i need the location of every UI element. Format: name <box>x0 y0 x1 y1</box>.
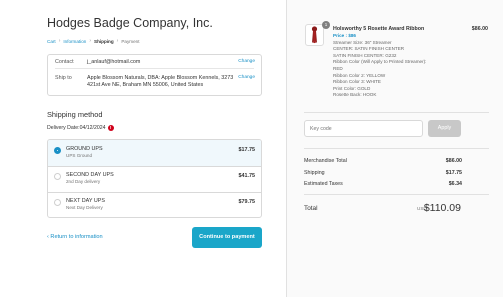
product-price: $86.00 <box>471 26 488 32</box>
total-row-value: $17.75 <box>445 170 462 176</box>
total-row-value: $6.34 <box>448 181 462 187</box>
radio-icon[interactable] <box>54 199 61 206</box>
change-ship-to-link[interactable]: Change <box>238 75 255 80</box>
shipping-method-title: Shipping method <box>47 110 103 119</box>
divider <box>304 148 489 149</box>
product-thumbnail <box>305 24 324 46</box>
return-label: Return to information <box>50 234 103 240</box>
ship-to-label: Ship to <box>55 75 72 81</box>
breadcrumb-information[interactable]: Information <box>63 39 86 44</box>
divider <box>304 112 489 113</box>
breadcrumb-payment: Payment <box>121 38 140 44</box>
discount-code-input[interactable] <box>304 120 423 137</box>
shipping-method-list: GROUND UPS UPS Ground $17.75 SECOND DAY … <box>47 139 262 218</box>
product-attribute: Price : $86 <box>333 33 356 38</box>
divider <box>48 166 261 167</box>
change-contact-link[interactable]: Change <box>238 59 255 64</box>
total-row-label: Shipping <box>304 170 325 176</box>
delivery-date: Delivery Date:04/12/2024 ! <box>47 125 114 131</box>
product-attribute: Ribbon Color 2: YELLOW <box>333 72 386 78</box>
total-row-label: Merchandise Total <box>304 158 347 164</box>
product-attribute: Rosette Back: HOOK <box>333 92 377 98</box>
contact-review-box: Contact j_anlauf@hotmail.com Change Ship… <box>47 54 262 96</box>
shipping-row: Shipping $17.75 <box>304 170 462 176</box>
breadcrumb-cart[interactable]: Cart <box>47 39 56 44</box>
shipping-option-name: SECOND DAY UPS <box>66 172 114 178</box>
shipping-option-price: $17.75 <box>238 147 256 153</box>
contact-label: Contact <box>55 59 74 65</box>
divider <box>55 68 254 69</box>
shipping-option-desc: 2nd Day delivery <box>66 179 101 184</box>
shipping-option-desc: UPS Ground <box>66 153 93 158</box>
breadcrumb-shipping: Shipping <box>94 38 114 44</box>
ship-to-value: Apple Blossom Naturals, DBA: Apple Bloss… <box>87 75 234 88</box>
shipping-option-name: GROUND UPS <box>66 146 103 152</box>
ribbon-image-icon <box>311 26 318 44</box>
breadcrumb-separator-icon: › <box>116 38 119 44</box>
total-value: $110.09 <box>423 202 461 214</box>
product-attributes: Price : $86 Streamer Size: 36" Streamer … <box>333 33 443 99</box>
product-attribute: SATIN FINISH CENTER: G232 <box>333 52 397 58</box>
shipping-option-price: $79.75 <box>238 199 256 205</box>
divider <box>48 192 261 193</box>
info-icon[interactable]: ! <box>107 125 114 131</box>
product-attribute: Ribbon Color (Will Apply to Printed Stre… <box>333 59 427 65</box>
divider <box>304 194 489 195</box>
taxes-row: Estimated Taxes $6.34 <box>304 181 462 187</box>
radio-icon[interactable] <box>54 173 61 180</box>
breadcrumb: Cart › Information › Shipping › Payment <box>47 38 139 44</box>
shipping-option-next-day[interactable]: NEXT DAY UPS Next Day Delivery $79.75 <box>48 192 261 217</box>
product-attribute: Ribbon Color 3: WHITE <box>333 79 381 85</box>
product-attribute: RED <box>333 65 343 71</box>
apply-button[interactable]: Apply <box>428 120 461 137</box>
breadcrumb-separator-icon: › <box>58 38 61 44</box>
shipping-option-ground[interactable]: GROUND UPS UPS Ground $17.75 <box>48 140 261 166</box>
shipping-option-price: $41.75 <box>238 173 256 179</box>
checkout-main: Hodges Badge Company, Inc. Cart › Inform… <box>0 0 286 297</box>
breadcrumb-separator-icon: › <box>89 38 92 44</box>
radio-selected-icon[interactable] <box>54 147 61 154</box>
shipping-option-desc: Next Day Delivery <box>66 205 103 210</box>
total-label: Total <box>304 205 318 212</box>
total-row-value: $86.00 <box>445 158 462 164</box>
product-attribute: Print Color: GOLD <box>333 85 371 91</box>
product-name: Holsworthy 5 Rosette Award Ribbon <box>333 26 425 32</box>
store-name[interactable]: Hodges Badge Company, Inc. <box>47 16 213 30</box>
order-summary: 1 Holsworthy 5 Rosette Award Ribbon $86.… <box>286 0 503 297</box>
contact-value: j_anlauf@hotmail.com <box>87 59 141 65</box>
delivery-date-text: Delivery Date:04/12/2024 <box>47 125 106 131</box>
shipping-option-name: NEXT DAY UPS <box>66 198 105 204</box>
merchandise-total-row: Merchandise Total $86.00 <box>304 158 462 164</box>
continue-to-payment-button[interactable]: Continue to payment <box>192 227 262 248</box>
product-attribute: CENTER: SATIN FINISH CENTER <box>333 46 405 52</box>
return-to-information-link[interactable]: ‹ Return to information <box>47 234 103 240</box>
product-attribute: Streamer Size: 36" Streamer <box>333 39 392 45</box>
quantity-badge: 1 <box>322 21 330 29</box>
total-row-label: Estimated Taxes <box>304 181 343 187</box>
shipping-option-second-day[interactable]: SECOND DAY UPS 2nd Day delivery $41.75 <box>48 166 261 192</box>
